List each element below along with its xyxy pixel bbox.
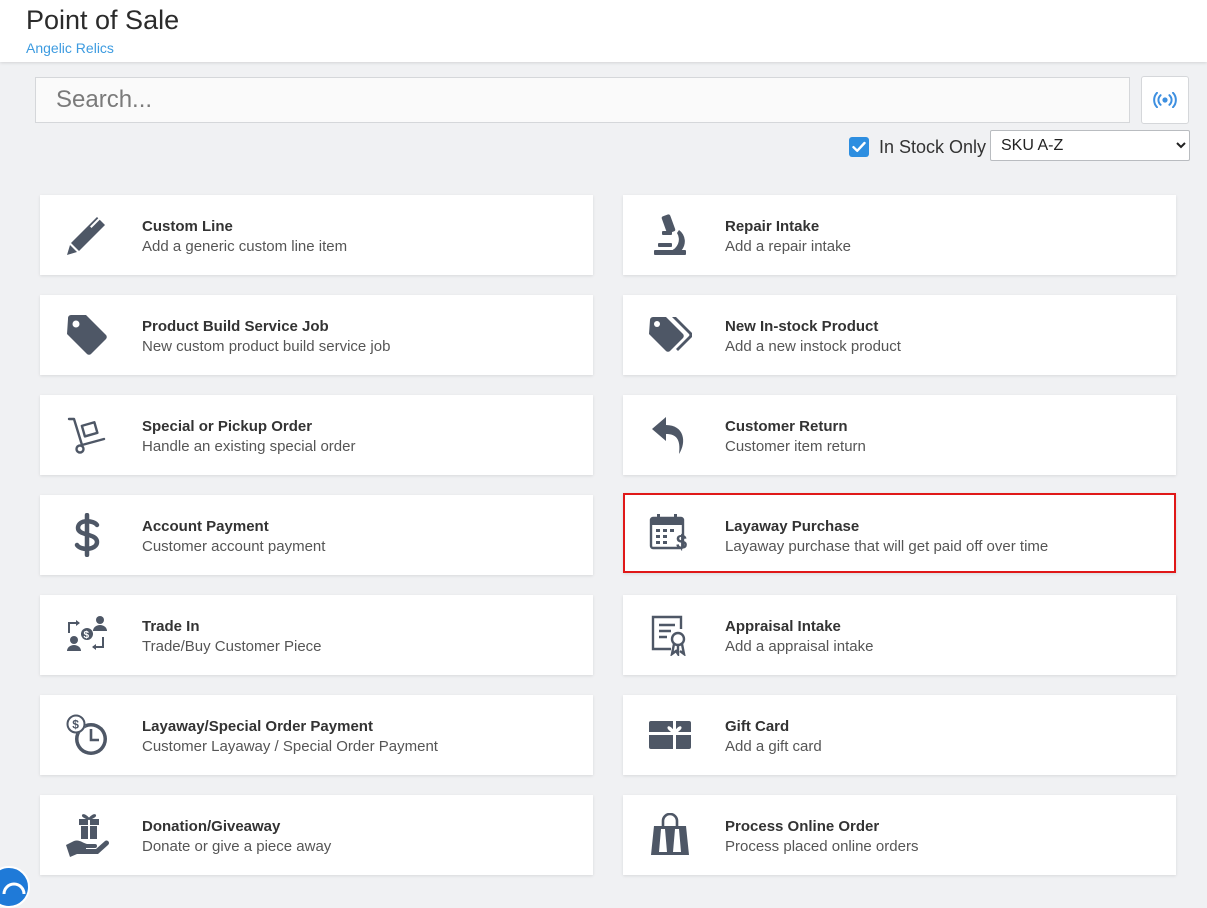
- headset-icon: [2, 882, 26, 895]
- tile-title: New In-stock Product: [725, 318, 879, 335]
- tile-title: Layaway Purchase: [725, 518, 860, 535]
- certificate-icon: [646, 613, 694, 657]
- tile-special-pickup-order[interactable]: Special or Pickup Order Handle an existi…: [40, 395, 593, 475]
- help-widget-button[interactable]: [0, 866, 30, 908]
- tile-title: Donation/Giveaway: [142, 818, 281, 835]
- tags-icon: [646, 313, 694, 357]
- scan-button[interactable]: [1141, 76, 1189, 124]
- page-title: Point of Sale: [26, 5, 180, 35]
- tile-layaway-purchase[interactable]: $ Layaway Purchase Layaway purchase that…: [623, 493, 1176, 573]
- tile-description: Add a new instock product: [725, 338, 901, 355]
- gift-card-icon: [646, 713, 694, 757]
- tile-description: Trade/Buy Customer Piece: [142, 638, 322, 655]
- tile-description: Process placed online orders: [725, 838, 919, 855]
- pencil-icon: [63, 213, 111, 257]
- hand-gift-icon: [63, 813, 111, 857]
- tile-gift-card[interactable]: Gift Card Add a gift card: [623, 695, 1176, 775]
- tile-description: Add a gift card: [725, 738, 822, 755]
- trade-exchange-icon: $: [63, 613, 111, 657]
- tile-title: Gift Card: [725, 718, 790, 735]
- tile-product-build-service-job[interactable]: Product Build Service Job New custom pro…: [40, 295, 593, 375]
- tile-trade-in[interactable]: $ Trade In Trade/Buy Customer Piece: [40, 595, 593, 675]
- in-stock-label[interactable]: In Stock Only: [879, 137, 986, 158]
- tile-new-instock-product[interactable]: New In-stock Product Add a new instock p…: [623, 295, 1176, 375]
- tile-description: Customer Layaway / Special Order Payment: [142, 738, 438, 755]
- tile-description: Donate or give a piece away: [142, 838, 332, 855]
- dollar-icon: [63, 513, 111, 557]
- store-name-link[interactable]: Angelic Relics: [26, 40, 114, 56]
- tile-repair-intake[interactable]: Repair Intake Add a repair intake: [623, 195, 1176, 275]
- reply-arrow-icon: [646, 413, 694, 457]
- tile-title: Product Build Service Job: [142, 318, 329, 335]
- tile-account-payment[interactable]: Account Payment Customer account payment: [40, 495, 593, 575]
- clock-dollar-icon: $: [63, 713, 111, 757]
- tile-custom-line[interactable]: Custom Line Add a generic custom line it…: [40, 195, 593, 275]
- tile-title: Account Payment: [142, 518, 269, 535]
- shopping-bag-icon: [646, 813, 694, 857]
- tag-icon: [63, 313, 111, 357]
- tile-description: Add a generic custom line item: [142, 238, 348, 255]
- tile-description: Handle an existing special order: [142, 438, 356, 455]
- tile-description: Customer item return: [725, 438, 866, 455]
- broadcast-icon: [1153, 92, 1177, 108]
- header: Point of Sale Angelic Relics: [0, 0, 1207, 62]
- tile-description: Customer account payment: [142, 538, 326, 555]
- tile-donation-giveaway[interactable]: Donation/Giveaway Donate or give a piece…: [40, 795, 593, 875]
- in-stock-checkbox[interactable]: [849, 137, 869, 157]
- sort-select[interactable]: SKU A-Z: [990, 130, 1190, 161]
- tile-title: Trade In: [142, 618, 200, 635]
- search-input[interactable]: [35, 77, 1130, 123]
- tile-title: Repair Intake: [725, 218, 820, 235]
- tile-description: New custom product build service job: [142, 338, 391, 355]
- tile-title: Custom Line: [142, 218, 233, 235]
- svg-text:$: $: [84, 630, 90, 641]
- tile-title: Special or Pickup Order: [142, 418, 313, 435]
- tile-customer-return[interactable]: Customer Return Customer item return: [623, 395, 1176, 475]
- svg-text:$: $: [72, 718, 79, 732]
- microscope-icon: [646, 213, 694, 257]
- tile-appraisal-intake[interactable]: Appraisal Intake Add a appraisal intake: [623, 595, 1176, 675]
- tile-title: Appraisal Intake: [725, 618, 841, 635]
- tile-description: Add a repair intake: [725, 238, 851, 255]
- tile-layaway-special-order-payment[interactable]: $ Layaway/Special Order Payment Customer…: [40, 695, 593, 775]
- calendar-dollar-icon: $: [646, 511, 694, 555]
- tile-description: Layaway purchase that will get paid off …: [725, 538, 1049, 555]
- tile-title: Process Online Order: [725, 818, 880, 835]
- tile-process-online-order[interactable]: Process Online Order Process placed onli…: [623, 795, 1176, 875]
- checkmark-icon: [852, 141, 866, 152]
- svg-text:$: $: [676, 532, 687, 553]
- tile-title: Customer Return: [725, 418, 848, 435]
- hand-truck-icon: [63, 413, 111, 457]
- tile-description: Add a appraisal intake: [725, 638, 874, 655]
- tile-title: Layaway/Special Order Payment: [142, 718, 373, 735]
